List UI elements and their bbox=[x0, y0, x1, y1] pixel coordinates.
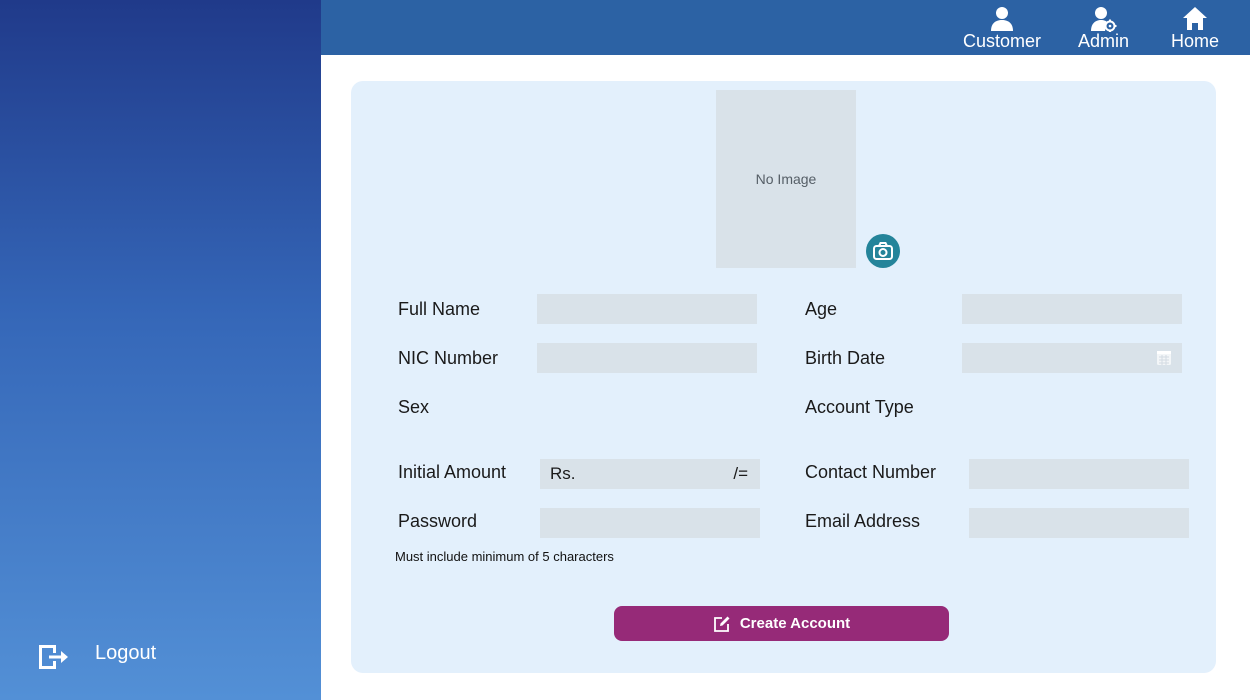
nav-home-button[interactable]: Home bbox=[1171, 6, 1219, 50]
nic-number-label: NIC Number bbox=[398, 348, 499, 368]
password-hint: Must include minimum of 5 characters bbox=[395, 549, 614, 564]
nav-admin-button[interactable]: Admin bbox=[1078, 6, 1129, 50]
contact-number-input[interactable] bbox=[969, 459, 1189, 489]
password-label: Password bbox=[398, 511, 478, 531]
initial-amount-input[interactable]: Rs. /= bbox=[540, 459, 760, 489]
nav-customer-label: Customer bbox=[963, 31, 1042, 51]
sex-label: Sex bbox=[398, 397, 430, 417]
email-address-input[interactable] bbox=[969, 508, 1189, 538]
birth-date-label: Birth Date bbox=[805, 348, 886, 368]
initial-amount-label: Initial Amount bbox=[398, 462, 507, 482]
currency-prefix: Rs. bbox=[550, 464, 576, 483]
currency-suffix: /= bbox=[733, 464, 748, 483]
profile-photo: No Image bbox=[716, 90, 856, 268]
user-gear-icon bbox=[1090, 7, 1117, 32]
home-icon bbox=[1183, 7, 1207, 30]
email-address-label: Email Address bbox=[805, 511, 921, 531]
upload-photo-button[interactable] bbox=[866, 234, 900, 268]
account-type-label: Account Type bbox=[805, 397, 914, 417]
full-name-label: Full Name bbox=[398, 299, 481, 319]
user-icon bbox=[991, 7, 1014, 31]
photo-placeholder-text: No Image bbox=[755, 171, 817, 187]
nav-customer-button[interactable]: Customer bbox=[963, 6, 1041, 50]
nav-home-label: Home bbox=[1171, 31, 1220, 51]
edit-icon bbox=[713, 616, 730, 632]
birth-date-input[interactable] bbox=[962, 343, 1182, 373]
contact-number-label: Contact Number bbox=[805, 462, 937, 482]
calendar-icon[interactable] bbox=[1156, 350, 1172, 366]
create-account-label: Create Account bbox=[739, 615, 851, 632]
camera-icon bbox=[873, 242, 893, 260]
logout-label: Logout bbox=[95, 641, 157, 664]
logout-icon bbox=[39, 645, 68, 669]
create-account-button[interactable]: Create Account bbox=[614, 606, 949, 641]
password-input[interactable] bbox=[540, 508, 760, 538]
nav-admin-label: Admin bbox=[1078, 31, 1130, 51]
age-input[interactable] bbox=[962, 294, 1182, 324]
sidebar: Logout bbox=[0, 0, 321, 700]
create-account-form: No Image Full Name Age NIC Number Birth … bbox=[351, 81, 1216, 673]
top-nav-bar: Customer Admin Home bbox=[321, 0, 1250, 55]
full-name-input[interactable] bbox=[537, 294, 757, 324]
age-label: Age bbox=[805, 299, 838, 319]
nic-number-input[interactable] bbox=[537, 343, 757, 373]
logout-button[interactable]: Logout bbox=[37, 642, 156, 672]
